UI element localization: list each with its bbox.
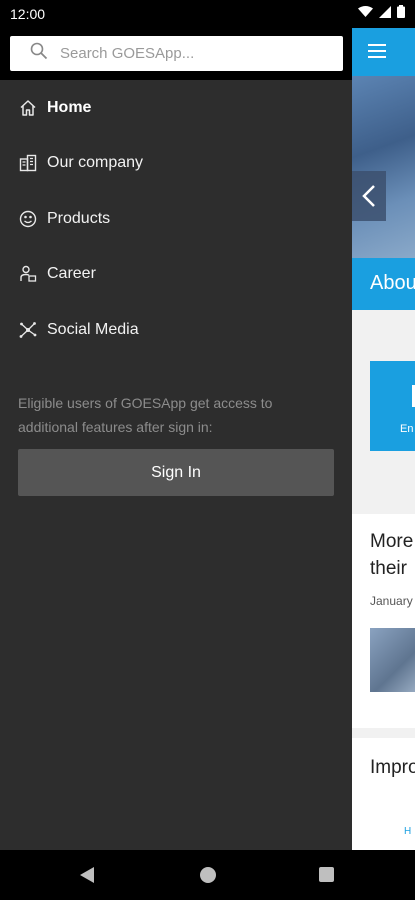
career-icon (18, 264, 38, 284)
hero-image (352, 76, 415, 258)
nav-label: Social Media (47, 320, 139, 338)
recent-apps-icon[interactable] (319, 867, 334, 882)
home-circle-icon[interactable] (200, 867, 216, 883)
drawer-nav: Home Our company Products Career Social … (0, 80, 352, 358)
news-date: January (370, 594, 413, 608)
nav-label: Products (47, 209, 111, 227)
feature-card[interactable]: En (370, 361, 415, 451)
status-bar: 12:00 (0, 0, 415, 28)
news-title: Impro (370, 757, 415, 778)
navigation-drawer: Home Our company Products Career Social … (0, 28, 352, 850)
nav-item-career[interactable]: Career (0, 247, 352, 303)
app-toolbar (352, 28, 415, 76)
search-input[interactable] (60, 45, 310, 62)
news-card[interactable]: More their January (352, 514, 415, 728)
search-bar (0, 28, 352, 80)
nav-item-social-media[interactable]: Social Media (0, 302, 352, 358)
signal-icon (379, 5, 391, 23)
carousel-prev-button[interactable] (352, 171, 386, 221)
system-navigation-bar (0, 850, 415, 900)
nav-label: Our company (47, 154, 144, 172)
chevron-left-icon (362, 185, 375, 207)
products-icon (18, 209, 38, 229)
status-icons (358, 5, 405, 23)
search-box[interactable] (10, 36, 343, 71)
nav-label: Career (47, 265, 96, 283)
tab-home-label[interactable]: H (404, 826, 411, 837)
bottom-tab-bar: H (352, 798, 415, 850)
hamburger-menu-icon[interactable] (368, 44, 388, 58)
underlying-app-screen: Abou En More their January Impro H (352, 28, 415, 850)
wifi-icon (358, 5, 373, 23)
building-icon (18, 153, 38, 173)
about-banner[interactable]: Abou (352, 258, 415, 310)
news-image (370, 628, 415, 692)
home-icon (18, 98, 38, 118)
network-icon (18, 320, 38, 340)
nav-item-our-company[interactable]: Our company (0, 136, 352, 192)
nav-label: Home (47, 98, 92, 116)
back-icon[interactable] (80, 867, 94, 883)
battery-icon (397, 5, 405, 23)
nav-item-home[interactable]: Home (0, 80, 352, 136)
nav-item-products[interactable]: Products (0, 191, 352, 247)
news-title: More their (370, 531, 414, 579)
status-time: 12:00 (10, 6, 46, 22)
sign-in-button[interactable]: Sign In (18, 449, 334, 496)
search-icon (30, 42, 48, 65)
signin-note: Eligible users of GOESApp get access to … (18, 395, 273, 435)
